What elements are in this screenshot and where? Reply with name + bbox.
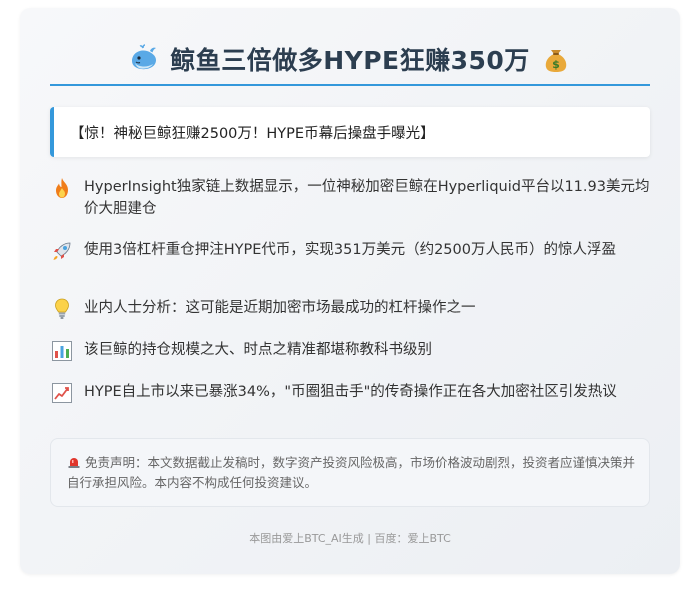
- whale-icon: [132, 44, 157, 70]
- money-bag-icon: $: [545, 50, 567, 72]
- list-item: HYPE自上市以来已暴涨34%，"币圈狙击手"的传奇操作正在各大加密社区引发热议: [50, 381, 650, 405]
- title-divider: [50, 84, 650, 86]
- list-item-text: 业内人士分析：这可能是近期加密市场最成功的杠杆操作之一: [84, 300, 476, 316]
- headline-callout: 【惊！神秘巨鲸狂赚2500万！HYPE币幕后操盘手曝光】: [50, 107, 650, 157]
- list-item-text: HYPE自上市以来已暴涨34%，"币圈狙击手"的传奇操作正在各大加密社区引发热议: [84, 384, 617, 400]
- title-text: 鲸鱼三倍做多HYPE狂赚350万: [170, 46, 530, 75]
- page-title: 鲸鱼三倍做多HYPE狂赚350万 $: [50, 36, 650, 82]
- list-item: 业内人士分析：这可能是近期加密市场最成功的杠杆操作之一: [50, 297, 650, 321]
- rocket-icon: [53, 242, 71, 260]
- disclaimer-box: 免责声明：本文数据截止发稿时，数字资产投资风险极高，市场价格波动剧烈，投资者应谨…: [50, 438, 650, 507]
- list-item: HyperInsight独家链上数据显示，一位神秘加密巨鲸在Hyperliqui…: [50, 176, 650, 220]
- fire-icon: [56, 178, 68, 198]
- footer-credit: 本图由爱上BTC_AI生成 | 百度：爱上BTC: [249, 532, 451, 545]
- list-item-text: HyperInsight独家链上数据显示，一位神秘加密巨鲸在Hyperliqui…: [84, 179, 650, 217]
- headline-text: 【惊！神秘巨鲸狂赚2500万！HYPE币幕后操盘手曝光】: [70, 125, 435, 142]
- bar-chart-icon: [52, 341, 72, 361]
- list-item: 该巨鲸的持仓规模之大、时点之精准都堪称教科书级别: [50, 339, 650, 363]
- lightbulb-icon: [55, 298, 69, 319]
- list-item: 使用3倍杠杆重仓押注HYPE代币，实现351万美元（约2500万人民币）的惊人浮…: [50, 239, 650, 263]
- list-item-text: 使用3倍杠杆重仓押注HYPE代币，实现351万美元（约2500万人民币）的惊人浮…: [84, 242, 616, 258]
- trend-up-chart-icon: [52, 383, 72, 403]
- svg-text:$: $: [552, 58, 560, 71]
- list-item-text: 该巨鲸的持仓规模之大、时点之精准都堪称教科书级别: [84, 342, 432, 358]
- content-card: 鲸鱼三倍做多HYPE狂赚350万 $ 【惊！神秘巨鲸狂赚2500万！HYPE币幕…: [20, 8, 680, 574]
- siren-icon: [68, 458, 80, 468]
- disclaimer-text: 免责声明：本文数据截止发稿时，数字资产投资风险极高，市场价格波动剧烈，投资者应谨…: [67, 455, 636, 490]
